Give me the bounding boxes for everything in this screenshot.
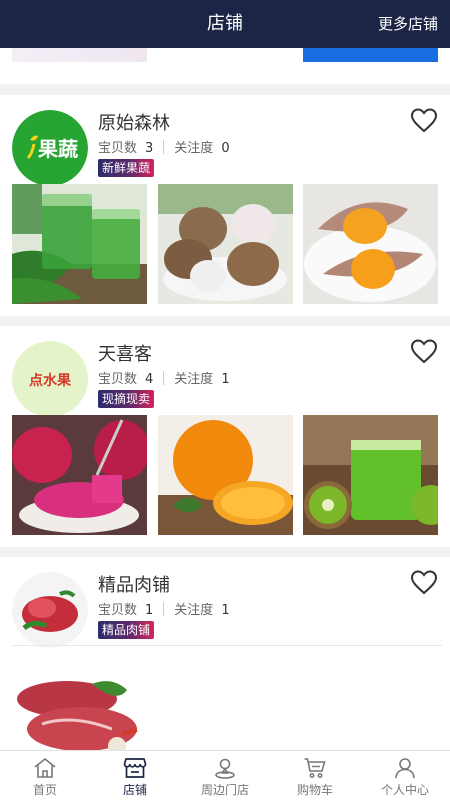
- user-icon: [395, 758, 415, 779]
- tab-label: 个人中心: [380, 783, 429, 797]
- tab-label: 首页: [32, 783, 57, 797]
- tab-nearby-stores[interactable]: 周边门店: [180, 751, 270, 800]
- store-icon: [123, 758, 147, 778]
- store-photos: [12, 184, 438, 304]
- items-count: 4: [145, 372, 154, 387]
- items-label: 宝贝数: [98, 372, 138, 387]
- followers-count: 0: [221, 141, 230, 156]
- store-stats: 宝贝数 4 关注度 1: [98, 368, 230, 387]
- tab-label: 周边门店: [200, 783, 249, 797]
- store-name[interactable]: 精品肉铺: [98, 571, 170, 597]
- tab-store[interactable]: 店铺: [90, 751, 180, 800]
- store-card[interactable]: 果蔬 原始森林 宝贝数 3 关注度 0 新鲜果蔬: [0, 95, 450, 316]
- tab-label: 购物车: [296, 783, 333, 797]
- store-photo[interactable]: [12, 184, 147, 304]
- followers-label: 关注度: [174, 603, 214, 618]
- cart-icon: [304, 758, 326, 778]
- store-list[interactable]: 果蔬 原始森林 宝贝数 3 关注度 0 新鲜果蔬 点水果 天喜客 宝贝数 4 关…: [0, 48, 450, 750]
- heart-icon[interactable]: [410, 569, 438, 595]
- followers-label: 关注度: [174, 372, 214, 387]
- nearby-stores-icon: [215, 758, 235, 779]
- heart-icon[interactable]: [410, 107, 438, 133]
- store-photo[interactable]: [158, 184, 293, 304]
- more-stores-link[interactable]: 更多店铺: [378, 0, 438, 48]
- divider: [163, 602, 165, 616]
- items-label: 宝贝数: [98, 603, 138, 618]
- store-photo[interactable]: [303, 415, 438, 535]
- logo-text: 点水果: [29, 372, 72, 388]
- store-logo: 果蔬: [12, 110, 88, 186]
- store-photo[interactable]: [303, 48, 438, 62]
- tab-profile[interactable]: 个人中心: [360, 751, 450, 800]
- store-photo[interactable]: [303, 184, 438, 304]
- items-count: 3: [145, 141, 154, 156]
- followers-count: 1: [221, 603, 230, 618]
- store-name[interactable]: 天喜客: [98, 340, 152, 366]
- logo-text: 果蔬: [38, 138, 78, 161]
- bottom-tab-bar: 首页 店铺 周边门店 购物车 个人中心: [0, 750, 450, 800]
- store-logo: [12, 572, 88, 648]
- tab-label: 店铺: [122, 783, 147, 797]
- store-photos: [12, 415, 438, 535]
- divider: [163, 371, 165, 385]
- store-stats: 宝贝数 1 关注度 1: [98, 599, 230, 618]
- divider: [163, 140, 165, 154]
- tab-home[interactable]: 首页: [0, 751, 90, 800]
- home-icon: [34, 757, 56, 778]
- store-photos: [12, 674, 438, 750]
- store-tag: 新鲜果蔬: [98, 159, 155, 177]
- store-card-partial[interactable]: [0, 48, 450, 84]
- store-tag: 现摘现卖: [98, 390, 155, 408]
- store-photo[interactable]: [12, 48, 147, 62]
- divider: [12, 645, 442, 646]
- heart-icon[interactable]: [410, 338, 438, 364]
- tab-cart[interactable]: 购物车: [270, 751, 360, 800]
- items-label: 宝贝数: [98, 141, 138, 156]
- store-card[interactable]: 点水果 天喜客 宝贝数 4 关注度 1 现摘现卖: [0, 326, 450, 547]
- followers-count: 1: [221, 372, 230, 387]
- store-card[interactable]: 精品肉铺 宝贝数 1 关注度 1 精品肉铺: [0, 557, 450, 750]
- store-stats: 宝贝数 3 关注度 0: [98, 137, 230, 156]
- store-photo[interactable]: [158, 415, 293, 535]
- store-tag: 精品肉铺: [98, 621, 155, 639]
- items-count: 1: [145, 603, 154, 618]
- store-photo[interactable]: [12, 415, 147, 535]
- store-photo[interactable]: [12, 674, 147, 750]
- top-bar: 店铺 更多店铺: [0, 0, 450, 48]
- store-name[interactable]: 原始森林: [98, 109, 170, 135]
- store-logo: 点水果: [12, 341, 88, 417]
- followers-label: 关注度: [174, 141, 214, 156]
